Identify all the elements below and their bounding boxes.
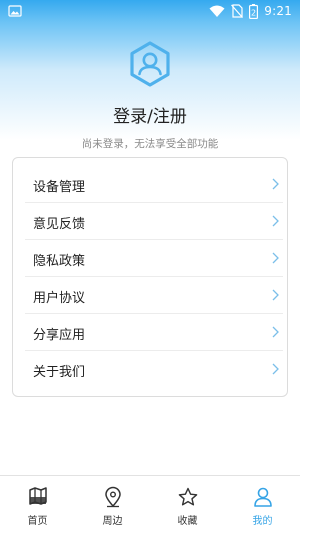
menu-item-about-us[interactable]: 关于我们 — [25, 351, 283, 387]
menu-item-device-management[interactable]: 设备管理 — [25, 166, 283, 203]
menu-item-label: 关于我们 — [33, 365, 86, 380]
chevron-right-icon — [272, 363, 279, 375]
menu-item-share-app[interactable]: 分享应用 — [25, 314, 283, 351]
menu-card: 设备管理 意见反馈 隐私政策 用户协议 分享应用 关于我们 — [12, 157, 288, 397]
tab-favorites[interactable]: 收藏 — [150, 476, 225, 534]
tab-label: 我的 — [252, 516, 273, 527]
chevron-right-icon — [272, 289, 279, 301]
menu-item-privacy-policy[interactable]: 隐私政策 — [25, 240, 283, 277]
bottom-tab-bar: 首页 周边 收藏 我的 — [0, 475, 300, 534]
user-hexagon-icon[interactable] — [126, 40, 174, 88]
menu-item-feedback[interactable]: 意见反馈 — [25, 203, 283, 240]
tab-label: 收藏 — [177, 516, 198, 527]
menu-item-user-agreement[interactable]: 用户协议 — [25, 277, 283, 314]
tab-home[interactable]: 首页 — [0, 476, 75, 534]
battery-icon: 2 — [249, 3, 259, 19]
tab-nearby[interactable]: 周边 — [75, 476, 150, 534]
profile-section[interactable]: 登录/注册 尚未登录，无法享受全部功能 — [0, 40, 300, 151]
star-icon — [178, 487, 198, 506]
menu-item-label: 隐私政策 — [33, 254, 86, 269]
user-icon — [254, 487, 272, 507]
chevron-right-icon — [272, 215, 279, 227]
menu-item-label: 分享应用 — [33, 328, 86, 343]
chevron-right-icon — [272, 326, 279, 338]
location-pin-icon — [105, 486, 121, 508]
wifi-icon — [209, 5, 225, 17]
status-time: 9:21 — [264, 4, 292, 18]
status-bar: 2 9:21 — [0, 0, 300, 22]
no-sim-icon — [231, 4, 244, 18]
login-register-title[interactable]: 登录/注册 — [0, 102, 300, 127]
login-hint-text: 尚未登录，无法享受全部功能 — [81, 138, 219, 150]
menu-item-label: 意见反馈 — [33, 217, 86, 232]
tab-mine[interactable]: 我的 — [225, 476, 300, 534]
image-icon — [8, 5, 22, 17]
chevron-right-icon — [272, 178, 279, 190]
map-icon — [29, 487, 47, 505]
menu-item-label: 设备管理 — [33, 180, 86, 195]
battery-level-text: 2 — [251, 8, 256, 17]
menu-item-label: 用户协议 — [33, 291, 86, 306]
tab-label: 首页 — [27, 516, 48, 527]
tab-label: 周边 — [102, 516, 123, 527]
chevron-right-icon — [272, 252, 279, 264]
